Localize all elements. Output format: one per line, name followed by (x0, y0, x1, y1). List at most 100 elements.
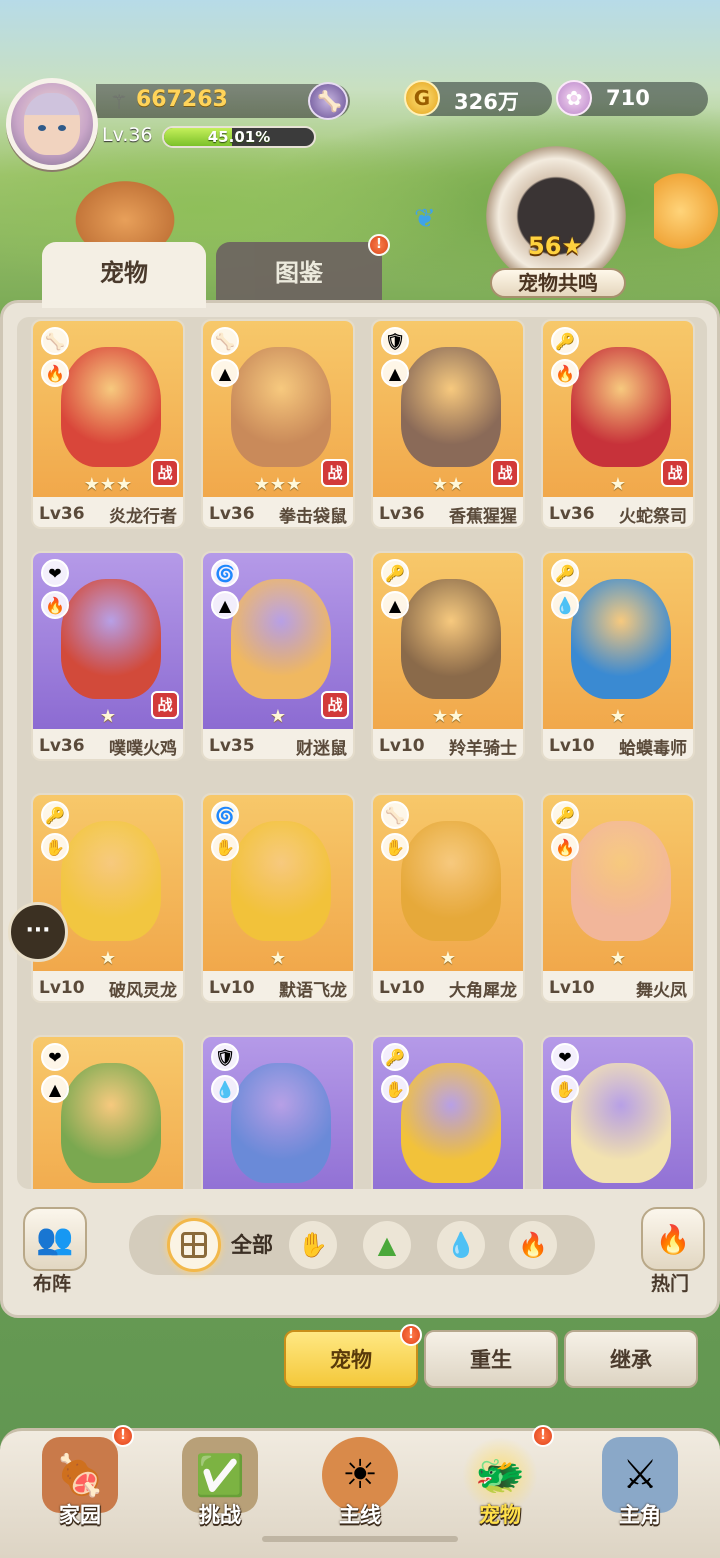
pet-creature (401, 1063, 501, 1183)
resonance-ring-icon (486, 146, 626, 286)
pet-card[interactable]: 🌀 ✋ ★ Lv10 默语飞龙 (201, 793, 355, 1003)
nav-pets[interactable]: 🐲 ! 宠物 (440, 1425, 560, 1541)
shell-currency[interactable]: ✿ 710 (556, 80, 708, 116)
pet-class-icon: ❤ (41, 1043, 69, 1071)
pet-card[interactable]: 🔑 ▲ ★★ Lv10 羚羊骑士 (371, 551, 525, 761)
bone-badge-icon[interactable] (308, 82, 348, 120)
filter-water-button[interactable]: 💧 (437, 1221, 485, 1269)
pet-creature (401, 579, 501, 699)
pet-element-icon: ▲ (381, 359, 409, 387)
nav-challenge[interactable]: ✅ 挑战 (160, 1431, 280, 1541)
pet-class-icon: 🔑 (41, 801, 69, 829)
pet-card[interactable]: 🦴 ✋ ★ Lv10 大角犀龙 (371, 793, 525, 1003)
pet-caption: Lv10 大角犀龙 (373, 973, 523, 1001)
filter-all-button[interactable] (167, 1218, 221, 1272)
nav-hero-label: 主角 (619, 1503, 661, 1527)
pet-element-icon: 🔥 (551, 359, 579, 387)
pet-portrait: ❤ ▲ (33, 1037, 183, 1189)
pet-creature (61, 821, 161, 941)
pet-card[interactable]: ❤ ✋ (541, 1035, 695, 1189)
pet-level: Lv36 (39, 504, 85, 524)
pet-creature (571, 347, 671, 467)
mountain-icon: ▲ (377, 1231, 397, 1259)
pets-subtab-label: 宠物 (330, 1348, 372, 1372)
filter-claw-button[interactable]: ✋ (289, 1221, 337, 1269)
xp-percent: 45.01% (207, 128, 271, 146)
pet-card[interactable]: 🛡 💧 (201, 1035, 355, 1189)
nav-main-story[interactable]: ☀ 主线 (300, 1431, 420, 1541)
pet-class-icon: 🌀 (211, 801, 239, 829)
pet-portrait: 🔑 🔥 ★ 战 (543, 321, 693, 497)
inherit-button[interactable]: 继承 (564, 1330, 698, 1388)
pet-caption: Lv10 破风灵龙 (33, 973, 183, 1001)
pet-name: 财迷鼠 (296, 738, 347, 759)
nav-home[interactable]: 🍖 ! 家园 (20, 1425, 140, 1541)
pet-caption: Lv10 舞火凤 (543, 973, 693, 1001)
nav-pets-label: 宠物 (479, 1503, 521, 1527)
pet-level: Lv35 (209, 736, 255, 756)
tab-codex[interactable]: 图鉴 ! (216, 234, 390, 304)
pet-stars: ★ (609, 948, 627, 969)
battle-tag: 战 (661, 459, 689, 487)
tab-pets[interactable]: 宠物 (42, 242, 206, 308)
xp-bar: 45.01% (162, 126, 316, 148)
pet-portrait: ❤ ✋ (543, 1037, 693, 1189)
lineup-button[interactable]: 👥 (23, 1207, 87, 1271)
player-avatar[interactable] (6, 78, 98, 170)
pet-name: 默语飞龙 (279, 980, 347, 1001)
pet-card[interactable]: 🛡 ▲ ★★ 战 Lv36 香蕉猩猩 (371, 319, 525, 529)
flame-icon: 🔥 (655, 1222, 691, 1256)
pet-card[interactable]: ❤ ▲ (31, 1035, 185, 1189)
pet-card[interactable]: 🔑 💧 ★ Lv10 蛤蟆毒师 (541, 551, 695, 761)
pet-card[interactable]: 🌀 ▲ ★ 战 Lv35 财迷鼠 (201, 551, 355, 761)
pet-portrait: 🛡 ▲ ★★ 战 (373, 321, 523, 497)
gold-currency[interactable]: G 326万 (404, 80, 552, 116)
pet-class-icon: 🌀 (211, 559, 239, 587)
battle-tag: 战 (321, 691, 349, 719)
pet-level: Lv10 (39, 978, 85, 998)
pet-name: 香蕉猩猩 (449, 506, 517, 527)
level-row: Lv.36 45.01% (96, 122, 350, 152)
pet-caption: Lv35 财迷鼠 (203, 731, 353, 759)
hot-sort-label: 热门 (651, 1273, 690, 1295)
pet-grid[interactable]: 🦴 🔥 ★★★ 战 Lv36 炎龙行者 🦴 ▲ ★★★ 战 Lv36 拳击袋鼠 🛡 ▲ ★★ 战 Lv36 香蕉猩… (17, 317, 707, 1189)
hot-sort-button[interactable]: 🔥 (641, 1207, 705, 1271)
pet-portrait: 🦴 ▲ ★★★ 战 (203, 321, 353, 497)
pet-element-icon: ✋ (211, 833, 239, 861)
pet-card[interactable]: 🔑 ✋ (371, 1035, 525, 1189)
grid-icon (181, 1232, 207, 1258)
pet-class-icon: 🔑 (381, 1043, 409, 1071)
pet-name: 噗噗火鸡 (109, 738, 177, 759)
butterfly-icon: ❦ (414, 204, 436, 234)
nav-hero[interactable]: ⚔ 主角 (580, 1431, 700, 1541)
pet-card[interactable]: ❤ 🔥 ★ 战 Lv36 噗噗火鸡 (31, 551, 185, 761)
pet-level: Lv36 (549, 504, 595, 524)
pet-card[interactable]: 🔑 ✋ ★ Lv10 破风灵龙 (31, 793, 185, 1003)
pet-class-icon: 🛡 (211, 1043, 239, 1071)
pet-card[interactable]: 🔑 🔥 ★ 战 Lv36 火蛇祭司 (541, 319, 695, 529)
pet-caption: Lv36 炎龙行者 (33, 499, 183, 527)
pet-card[interactable]: 🦴 ▲ ★★★ 战 Lv36 拳击袋鼠 (201, 319, 355, 529)
claw-icon: ✋ (298, 1231, 328, 1259)
pets-subtab-button[interactable]: 宠物 ! (284, 1324, 422, 1388)
filter-earth-button[interactable]: ▲ (363, 1221, 411, 1269)
pet-caption: Lv10 默语飞龙 (203, 973, 353, 1001)
rebirth-button[interactable]: 重生 (424, 1330, 558, 1388)
pet-class-icon: 🦴 (211, 327, 239, 355)
pet-card[interactable]: 🦴 🔥 ★★★ 战 Lv36 炎龙行者 (31, 319, 185, 529)
pet-caption: Lv36 拳击袋鼠 (203, 499, 353, 527)
pet-portrait: 🦴 ✋ ★ (373, 795, 523, 971)
pet-name: 拳击袋鼠 (279, 506, 347, 527)
pet-stars: ★ (269, 948, 287, 969)
pet-card[interactable]: 🔑 🔥 ★ Lv10 舞火凤 (541, 793, 695, 1003)
nav-home-label: 家园 (59, 1503, 101, 1527)
filter-fire-button[interactable]: 🔥 (509, 1221, 557, 1269)
home-indicator (262, 1536, 458, 1542)
inherit-label: 继承 (610, 1348, 652, 1372)
lineup-label: 布阵 (33, 1273, 72, 1295)
pet-level: Lv10 (379, 978, 425, 998)
alert-badge: ! (112, 1425, 134, 1447)
chat-button[interactable]: ··· (8, 902, 68, 962)
pet-resonance-button[interactable]: 56★ 宠物共鸣 (486, 146, 636, 298)
power-icon: ⚚ (110, 90, 128, 114)
